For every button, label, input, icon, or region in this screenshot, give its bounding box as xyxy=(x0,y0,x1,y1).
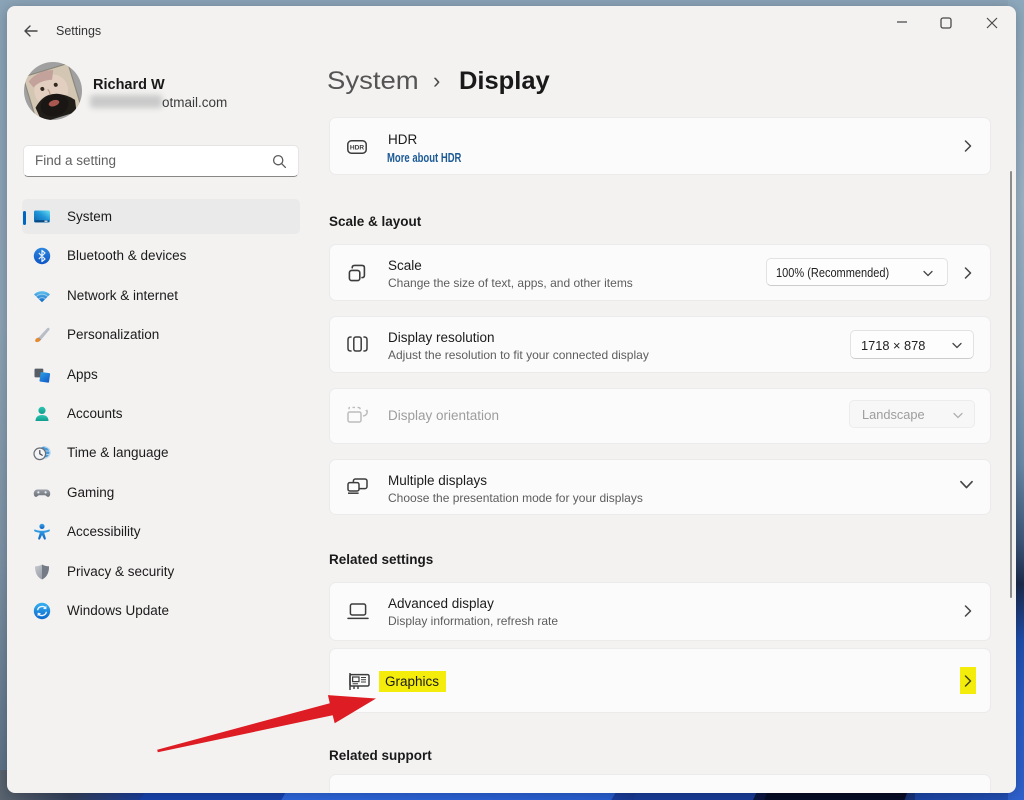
svg-text:HDR: HDR xyxy=(350,145,365,152)
